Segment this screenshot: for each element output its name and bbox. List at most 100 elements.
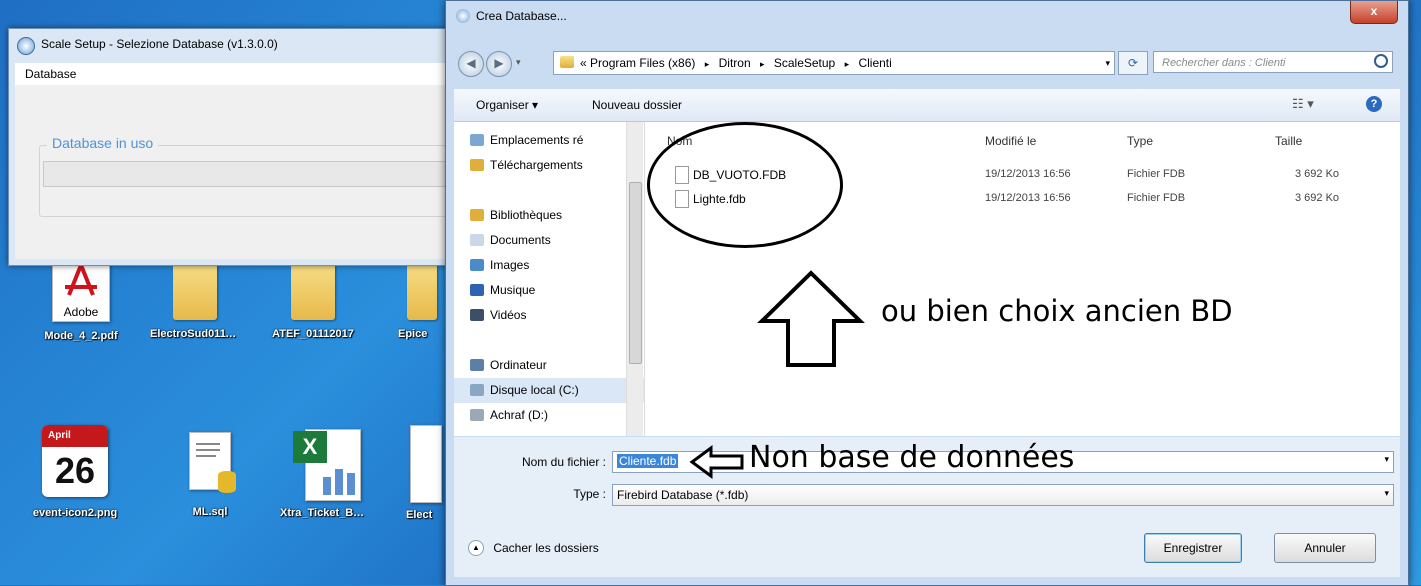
images-icon: [470, 259, 484, 271]
breadcrumb-item[interactable]: Clienti: [858, 56, 891, 70]
desktop-icon-label: Xtra_Ticket_BL.xls: [280, 507, 370, 519]
calendar-icon: April 26: [42, 425, 108, 497]
drive-icon: [470, 409, 484, 421]
excel-icon: X: [289, 425, 361, 501]
breadcrumb-separator-icon: ▸: [759, 59, 765, 69]
folder-small-icon: [560, 56, 574, 68]
nav-item-label: Musique: [490, 283, 536, 297]
save-button[interactable]: Enregistrer: [1144, 533, 1242, 563]
nav-item[interactable]: Ordinateur: [454, 353, 644, 378]
adobe-label: Adobe: [63, 305, 99, 319]
nav-item-label: Documents: [490, 233, 551, 247]
history-dropdown-icon[interactable]: ▾: [516, 57, 521, 68]
desktop-icon-png[interactable]: April 26 event-icon2.png: [30, 425, 120, 519]
forward-button[interactable]: ▶: [486, 51, 512, 77]
breadcrumb-item[interactable]: Ditron: [719, 56, 751, 70]
nav-item[interactable]: Musique: [454, 278, 644, 303]
type-select[interactable]: Firebird Database (*.fdb) ▾: [612, 484, 1394, 506]
type-label: Type :: [573, 487, 606, 501]
scale-setup-window: Scale Setup - Selezione Database (v1.3.0…: [8, 28, 465, 266]
breadcrumb-overflow[interactable]: «: [580, 56, 587, 70]
nav-item-label: Vidéos: [490, 308, 527, 322]
desktop-icon-xls[interactable]: X Xtra_Ticket_BL.xls: [280, 425, 370, 519]
desktop-icon-label: Epice: [398, 328, 428, 340]
nav-item-label: Ordinateur: [490, 358, 547, 372]
downloads-icon: [470, 159, 484, 171]
desktop-icon-sql[interactable]: ML.sql: [165, 432, 255, 518]
cancel-button[interactable]: Annuler: [1274, 533, 1376, 563]
new-folder-button[interactable]: Nouveau dossier: [592, 98, 682, 112]
folder-icon: [407, 260, 437, 320]
desktop-icon-label: Elect: [406, 509, 433, 521]
back-button[interactable]: ◀: [458, 51, 484, 77]
nav-item-label: Disque local (C:): [490, 383, 579, 397]
desktop-icon-label: ElectroSud01112...: [150, 328, 240, 340]
navigation-pane: Emplacements ré Téléchargements Bibliothèq…: [454, 122, 645, 436]
filename-label: Nom du fichier :: [521, 455, 606, 469]
nav-item[interactable]: Disque local (C:): [454, 378, 644, 403]
dialog-title: Crea Database...: [476, 9, 567, 23]
window-body: Database in uso: [15, 85, 465, 259]
folder-icon: [173, 260, 217, 320]
desktop-icon-pdf[interactable]: Adobe Mode_4_2.pdf: [36, 260, 126, 342]
app-icon: [17, 37, 35, 55]
up-arrow-annotation: [757, 270, 865, 367]
refresh-button[interactable]: ⟳: [1118, 51, 1148, 75]
file-type: Fichier FDB: [1127, 192, 1186, 204]
column-header-size[interactable]: Taille: [1275, 134, 1302, 148]
desktop-icon-label: ML.sql: [192, 506, 228, 518]
organize-button[interactable]: Organiser ▾: [476, 98, 538, 112]
nav-item[interactable]: Vidéos: [454, 303, 644, 328]
nav-item[interactable]: Documents: [454, 228, 644, 253]
annotation-ellipse: [647, 122, 843, 248]
libraries-icon: [470, 209, 484, 221]
hide-folders-toggle[interactable]: ▲ Cacher les dossiers: [468, 540, 599, 556]
nav-item[interactable]: Achraf (D:): [454, 403, 644, 428]
nav-scrollbar[interactable]: [626, 122, 643, 436]
toolbar: Organiser ▾ Nouveau dossier ☷ ▾ ?: [454, 89, 1400, 122]
menu-database[interactable]: Database: [15, 63, 449, 86]
nav-item[interactable]: Images: [454, 253, 644, 278]
filename-dropdown-icon[interactable]: ▾: [1384, 454, 1389, 465]
nav-item-label: Bibliothèques: [490, 208, 563, 222]
breadcrumb-item[interactable]: ScaleSetup: [774, 56, 835, 70]
desktop-icon-file[interactable]: Elect: [406, 425, 446, 521]
type-dropdown-icon[interactable]: ▾: [1384, 488, 1389, 499]
column-header-modified[interactable]: Modifié le: [985, 134, 1036, 148]
folder-icon: [291, 260, 335, 320]
file-size: 3 692 Ko: [1295, 192, 1340, 204]
database-path-field[interactable]: [43, 161, 465, 187]
nav-item[interactable]: Téléchargements: [454, 153, 644, 178]
breadcrumb-separator-icon: ▸: [704, 59, 710, 69]
desktop-icon-folder[interactable]: Epice: [398, 260, 446, 340]
nav-item-label: Emplacements ré: [490, 133, 584, 147]
search-input[interactable]: Rechercher dans : Clienti: [1153, 51, 1393, 73]
annotation-new-db: Non base de données: [749, 440, 1075, 475]
calendar-month: April: [42, 425, 108, 447]
help-icon[interactable]: ?: [1366, 96, 1382, 112]
nav-item[interactable]: Emplacements ré: [454, 128, 644, 153]
group-label-database-in-use: Database in uso: [47, 135, 159, 151]
desktop-icon-folder[interactable]: ElectroSud01112...: [150, 260, 240, 340]
desktop-icon-folder[interactable]: ATEF_01112017: [268, 260, 358, 340]
calendar-day: 26: [54, 450, 96, 491]
filename-value: Cliente.fdb: [617, 454, 679, 468]
nav-item[interactable]: Bibliothèques: [454, 203, 644, 228]
save-dialog: Crea Database... x ◀ ▶ ▾ « Program Files…: [445, 0, 1409, 586]
videos-icon: [470, 309, 484, 321]
search-icon: [1374, 54, 1388, 68]
music-icon: [470, 284, 484, 296]
recent-places-icon: [470, 134, 484, 146]
breadcrumb-item[interactable]: Program Files (x86): [590, 56, 695, 70]
breadcrumb-separator-icon: ▸: [844, 59, 850, 69]
annotation-old-db: ou bien choix ancien BD: [881, 294, 1233, 328]
close-button[interactable]: x: [1350, 1, 1398, 24]
view-options-icon[interactable]: ☷ ▾: [1292, 96, 1314, 112]
desktop-icon-label: ATEF_01112017: [272, 328, 354, 340]
address-dropdown-icon[interactable]: ▾: [1105, 52, 1110, 74]
column-header-type[interactable]: Type: [1127, 134, 1153, 148]
dialog-app-icon: [456, 9, 470, 23]
address-bar[interactable]: « Program Files (x86) ▸ Ditron ▸ ScaleSe…: [553, 51, 1115, 75]
